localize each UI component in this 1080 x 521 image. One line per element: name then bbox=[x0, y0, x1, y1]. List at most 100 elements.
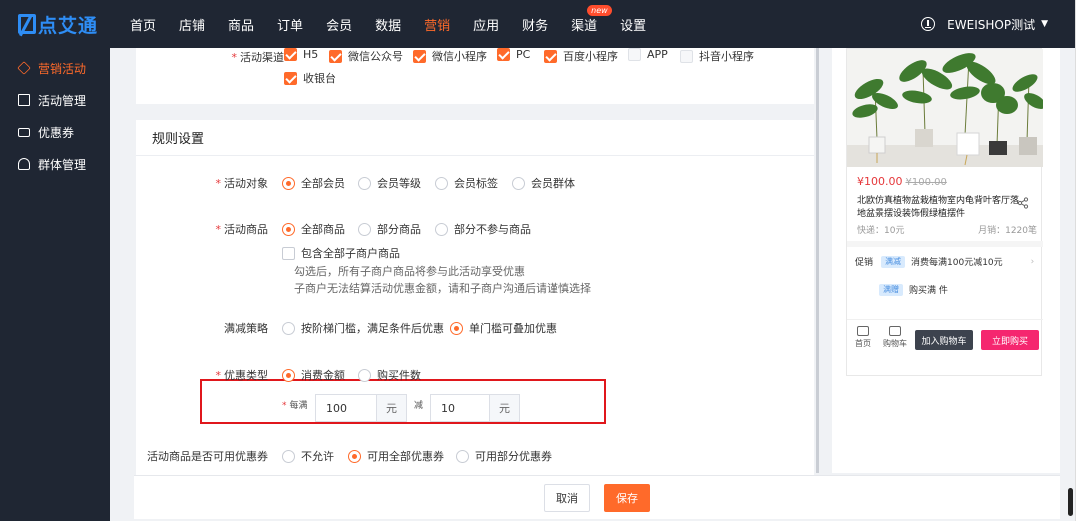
checkbox[interactable] bbox=[329, 49, 342, 63]
sidebar-item-group-management[interactable]: 群体管理 bbox=[0, 148, 110, 180]
radio[interactable] bbox=[282, 321, 295, 335]
checkbox[interactable] bbox=[282, 246, 295, 260]
channel-wechat-official[interactable]: 微信公众号 bbox=[329, 48, 403, 64]
radio[interactable] bbox=[358, 368, 371, 382]
shipping-fee: 快递：10元 bbox=[857, 226, 905, 236]
account-name[interactable]: EWEISHOP测试 bbox=[947, 16, 1035, 33]
nav-item-goods[interactable]: 商品 bbox=[228, 15, 254, 34]
discount-by-quantity[interactable]: 购买件数 bbox=[358, 367, 421, 383]
radio[interactable] bbox=[358, 222, 371, 236]
checkbox[interactable] bbox=[628, 48, 641, 61]
target-member-group[interactable]: 会员群体 bbox=[512, 175, 575, 191]
cart-icon bbox=[889, 326, 901, 336]
channel-pc[interactable]: PC bbox=[497, 48, 530, 61]
channel-cashier[interactable]: 收银台 bbox=[284, 70, 336, 86]
minus-input[interactable]: 10 元 bbox=[430, 394, 520, 422]
coupon-all[interactable]: 可用全部优惠券 bbox=[348, 448, 444, 464]
cancel-button[interactable]: 取消 bbox=[544, 484, 590, 512]
add-to-cart-button[interactable]: 加入购物车 bbox=[915, 330, 973, 350]
every-label: * 每满 bbox=[282, 401, 308, 411]
radio[interactable] bbox=[512, 176, 525, 190]
strategy-tiered[interactable]: 按阶梯门槛，满足条件后优惠 bbox=[282, 320, 444, 336]
coupon-not-allowed[interactable]: 不允许 bbox=[282, 448, 334, 464]
promo-tag-gift: 满赠 bbox=[879, 283, 903, 296]
channel-h5[interactable]: H5 bbox=[284, 48, 318, 61]
target-all-members[interactable]: 全部会员 bbox=[282, 175, 345, 191]
nav-item-finance[interactable]: 财务 bbox=[522, 15, 548, 34]
download-icon[interactable] bbox=[921, 17, 936, 31]
window-edge bbox=[1075, 0, 1080, 521]
top-navigation-bar: 点艾通 首页 店铺 商品 订单 会员 数据 营销 应用 财务 渠道 new 设置… bbox=[0, 0, 1080, 48]
strategy-single-stackable[interactable]: 单门槛可叠加优惠 bbox=[450, 320, 557, 336]
minus-value[interactable]: 10 bbox=[431, 395, 489, 421]
brand-logo[interactable]: 点艾通 bbox=[0, 0, 110, 48]
include-sub-merchant-checkbox[interactable]: 包含全部子商户商品 bbox=[282, 245, 400, 261]
nav-item-members[interactable]: 会员 bbox=[326, 15, 352, 34]
radio[interactable] bbox=[282, 176, 295, 190]
product-title: 北欧仿真植物盆栽植物室内龟背叶客厅落地盆景摆设装饰假绿植摆件 bbox=[857, 196, 1020, 219]
action-bar: 取消 保存 bbox=[134, 475, 1060, 519]
radio[interactable] bbox=[456, 449, 469, 463]
goods-partial-exclude[interactable]: 部分不参与商品 bbox=[435, 221, 531, 237]
nav-item-home[interactable]: 首页 bbox=[130, 15, 156, 34]
sidebar-item-activity-management[interactable]: 活动管理 bbox=[0, 84, 110, 116]
radio[interactable] bbox=[282, 368, 295, 382]
nav-item-marketing[interactable]: 营销 bbox=[424, 15, 450, 34]
nav-item-data[interactable]: 数据 bbox=[375, 15, 401, 34]
checkbox[interactable] bbox=[544, 49, 557, 63]
ticket-icon bbox=[18, 127, 30, 137]
nav-item-orders[interactable]: 订单 bbox=[277, 15, 303, 34]
chevron-down-icon[interactable]: ▼ bbox=[1041, 19, 1048, 29]
checkbox[interactable] bbox=[680, 49, 693, 63]
sidebar-item-coupons[interactable]: 优惠券 bbox=[0, 116, 110, 148]
nav-item-channels[interactable]: 渠道 new bbox=[571, 4, 612, 34]
scrollbar-track[interactable] bbox=[816, 48, 819, 473]
radio[interactable] bbox=[450, 321, 463, 335]
save-button[interactable]: 保存 bbox=[604, 484, 650, 512]
radio[interactable] bbox=[358, 176, 371, 190]
radio[interactable] bbox=[282, 449, 295, 463]
preview-footer: 首页 购物车 加入购物车 立即购买 bbox=[847, 319, 1043, 355]
channels-label: * 活动渠道 bbox=[231, 51, 285, 64]
checkbox[interactable] bbox=[284, 71, 297, 85]
promo-text-1: 消费每满100元减10元 bbox=[911, 258, 1003, 268]
target-member-tag[interactable]: 会员标签 bbox=[435, 175, 498, 191]
channel-baidu-miniapp[interactable]: 百度小程序 bbox=[544, 48, 618, 64]
goods-all[interactable]: 全部商品 bbox=[282, 221, 345, 237]
goods-partial[interactable]: 部分商品 bbox=[358, 221, 421, 237]
checkbox[interactable] bbox=[413, 49, 426, 63]
sidebar-item-label: 优惠券 bbox=[38, 125, 75, 140]
promo-row-1[interactable]: 促销 满减 消费每满100元减10元 › bbox=[855, 255, 1034, 268]
scrollbar-thumb[interactable] bbox=[1068, 488, 1073, 516]
goods-label: * 活动商品 bbox=[215, 223, 269, 236]
target-member-level[interactable]: 会员等级 bbox=[358, 175, 421, 191]
discount-by-amount[interactable]: 消费金额 bbox=[282, 367, 345, 383]
tag-icon bbox=[17, 61, 31, 75]
channel-douyin-miniapp[interactable]: 抖音小程序 bbox=[680, 48, 754, 64]
threshold-input[interactable]: 100 元 bbox=[315, 394, 407, 422]
nav-item-store[interactable]: 店铺 bbox=[179, 15, 205, 34]
footer-home[interactable]: 首页 bbox=[855, 326, 871, 349]
channel-app[interactable]: APP bbox=[628, 48, 668, 61]
coupon-partial[interactable]: 可用部分优惠券 bbox=[456, 448, 552, 464]
document-icon bbox=[18, 94, 30, 106]
radio[interactable] bbox=[435, 222, 448, 236]
nav-item-apps[interactable]: 应用 bbox=[473, 15, 499, 34]
radio[interactable] bbox=[435, 176, 448, 190]
channel-wechat-miniapp[interactable]: 微信小程序 bbox=[413, 48, 487, 64]
nav-item-settings[interactable]: 设置 bbox=[620, 15, 646, 34]
monthly-sales: 月销：1220笔 bbox=[978, 226, 1037, 236]
rules-title: 规则设置 bbox=[136, 120, 814, 156]
threshold-value[interactable]: 100 bbox=[316, 395, 376, 421]
footer-cart[interactable]: 购物车 bbox=[883, 326, 907, 349]
radio[interactable] bbox=[348, 449, 361, 463]
checkbox[interactable] bbox=[284, 48, 297, 61]
rules-card: 规则设置 * 活动对象 全部会员 会员等级 会员标签 会员群体 * 活动商品 全部商… bbox=[136, 120, 814, 480]
sidebar-item-label: 营销活动 bbox=[38, 61, 87, 76]
checkbox[interactable] bbox=[497, 48, 510, 61]
sidebar-item-marketing-activities[interactable]: 营销活动 bbox=[0, 52, 110, 84]
product-original-price: ¥100.00 bbox=[905, 177, 947, 188]
radio[interactable] bbox=[282, 222, 295, 236]
buy-now-button[interactable]: 立即购买 bbox=[981, 330, 1039, 350]
share-icon[interactable] bbox=[1017, 197, 1029, 209]
